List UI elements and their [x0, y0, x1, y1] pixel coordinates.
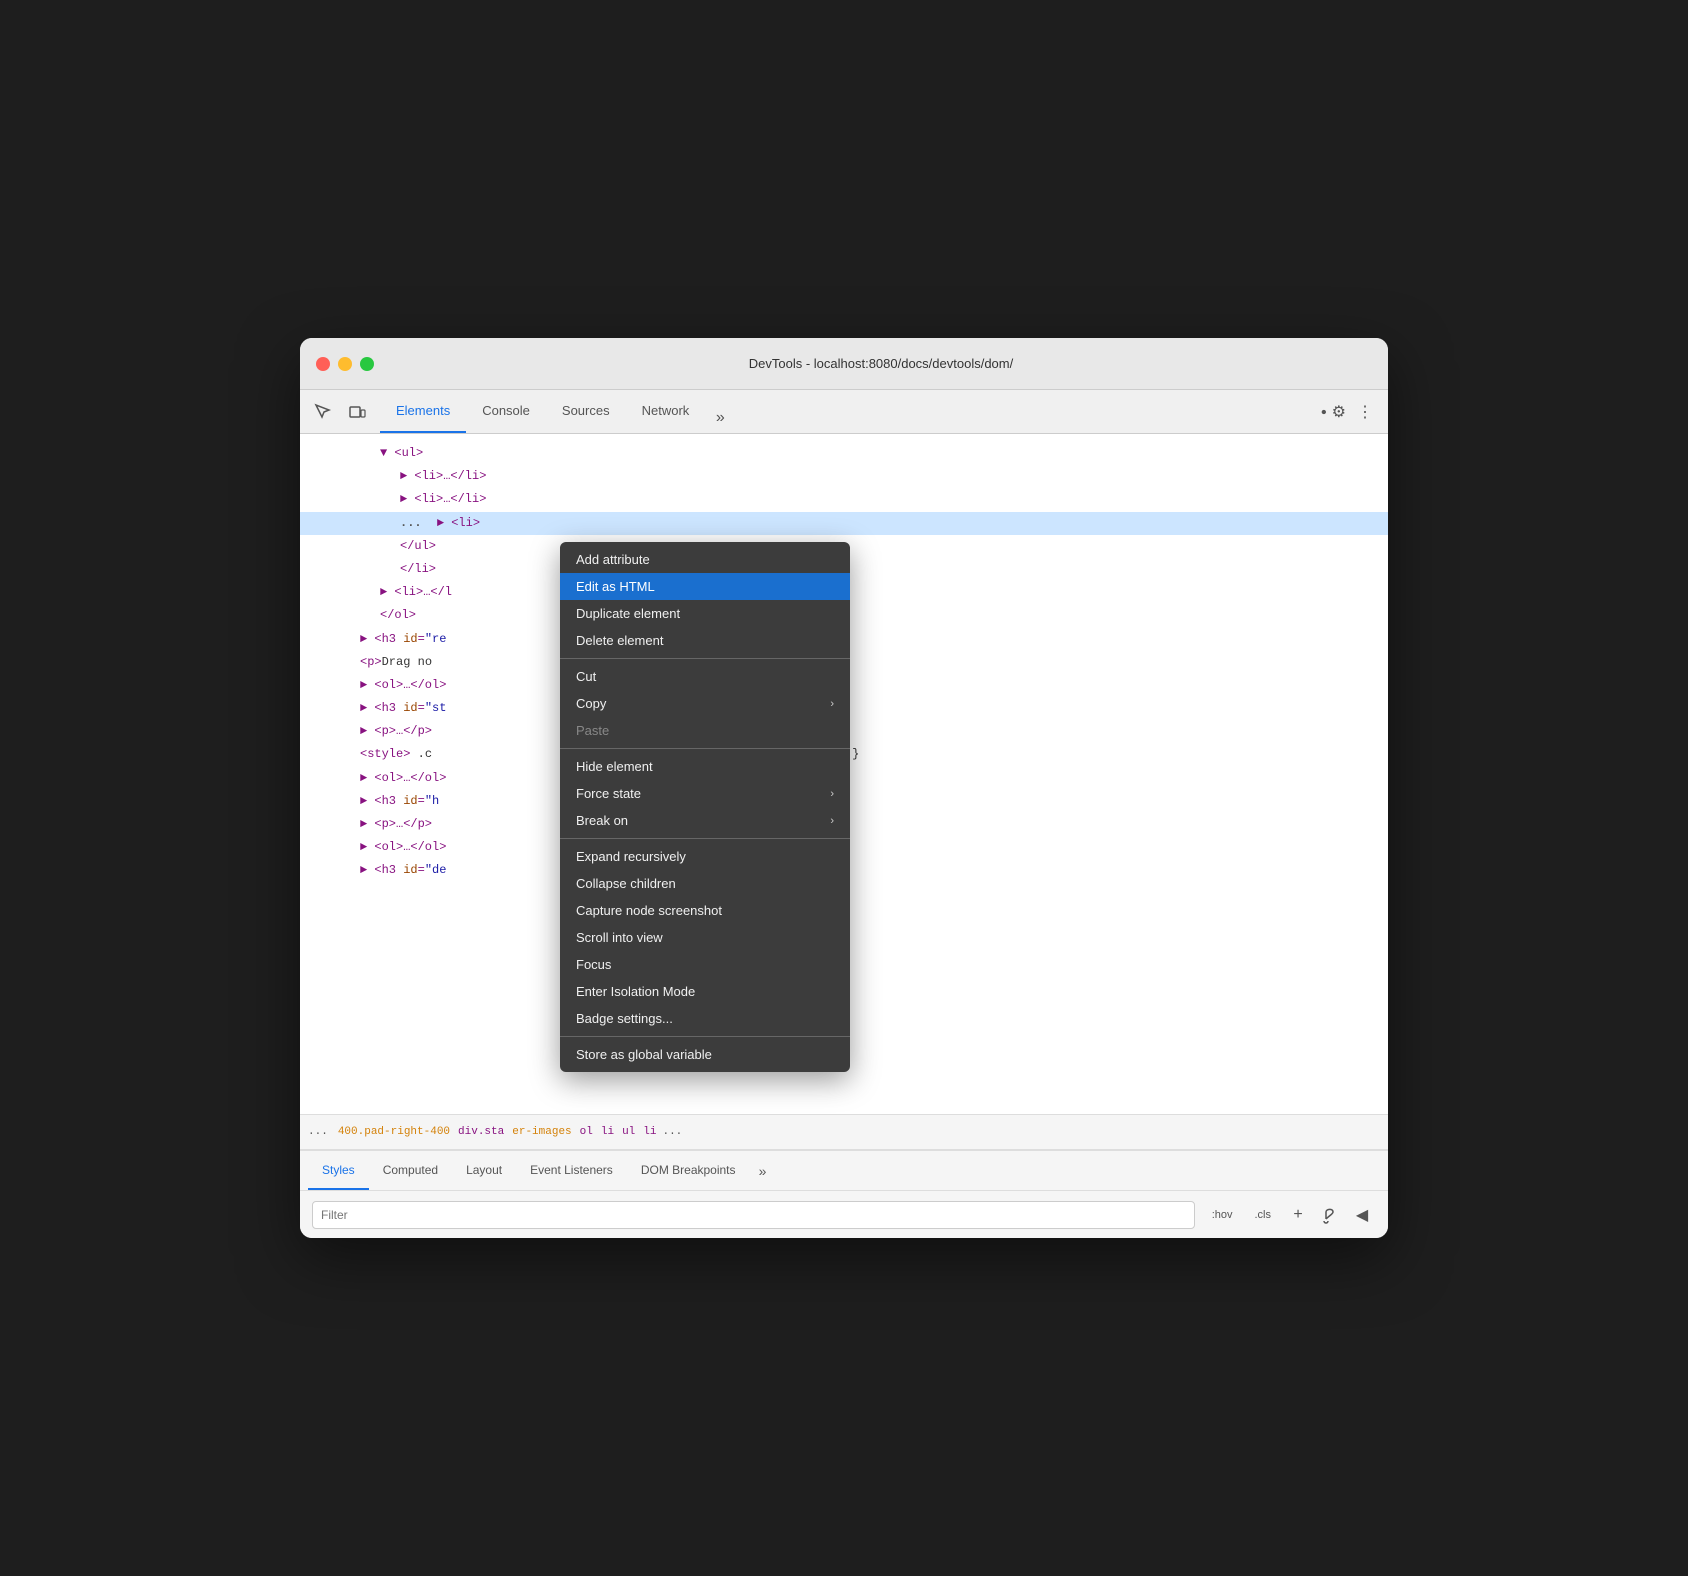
tab-bar: Elements Console Sources Network » ⚙ ⋮: [300, 390, 1388, 434]
menu-hide-element[interactable]: Hide element: [560, 753, 850, 780]
dom-line: ▼ <ul>: [300, 442, 1388, 465]
traffic-lights: [316, 357, 374, 371]
breadcrumb-item[interactable]: er-images: [512, 1126, 571, 1138]
menu-force-state[interactable]: Force state ›: [560, 780, 850, 807]
tab-elements[interactable]: Elements: [380, 390, 466, 433]
tab-network[interactable]: Network: [626, 390, 706, 433]
bottom-tabs: Styles Computed Layout Event Listeners D…: [300, 1150, 1388, 1190]
tabs-more-button[interactable]: »: [705, 403, 735, 433]
filter-bar: :hov .cls + ◀: [300, 1190, 1388, 1238]
menu-store-as-global-variable[interactable]: Store as global variable: [560, 1041, 850, 1068]
tab-bar-actions: ⚙ ⋮: [1316, 397, 1380, 427]
tab-bar-icons: [308, 397, 372, 427]
menu-separator-2: [560, 748, 850, 749]
tab-layout[interactable]: Layout: [452, 1151, 516, 1190]
menu-collapse-children[interactable]: Collapse children: [560, 870, 850, 897]
breadcrumb-item[interactable]: div.sta: [458, 1126, 504, 1138]
tab-sources[interactable]: Sources: [546, 390, 626, 433]
bottom-tabs-more-button[interactable]: »: [750, 1158, 776, 1184]
menu-expand-recursively[interactable]: Expand recursively: [560, 843, 850, 870]
paint-icon[interactable]: [1316, 1201, 1344, 1229]
tab-styles[interactable]: Styles: [308, 1151, 369, 1190]
breadcrumb-more[interactable]: ...: [662, 1126, 682, 1138]
menu-cut[interactable]: Cut: [560, 663, 850, 690]
tab-console[interactable]: Console: [466, 390, 546, 433]
breadcrumb-dots[interactable]: ...: [308, 1126, 328, 1138]
menu-copy[interactable]: Copy ›: [560, 690, 850, 717]
breadcrumb-item[interactable]: 400.pad-right-400: [338, 1126, 450, 1138]
break-on-arrow-icon: ›: [830, 815, 834, 827]
add-rule-button[interactable]: +: [1284, 1201, 1312, 1229]
breadcrumb-item[interactable]: ul: [622, 1126, 635, 1138]
menu-capture-node-screenshot[interactable]: Capture node screenshot: [560, 897, 850, 924]
devtools-window: DevTools - localhost:8080/docs/devtools/…: [300, 338, 1388, 1238]
menu-separator-4: [560, 1036, 850, 1037]
dom-line: ► <li>…</li>: [300, 488, 1388, 511]
window-title: DevTools - localhost:8080/docs/devtools/…: [390, 356, 1372, 371]
dom-line: ► <li>…</li>: [300, 465, 1388, 488]
dom-line-highlighted: ... ► <li>: [300, 512, 1388, 535]
menu-duplicate-element[interactable]: Duplicate element: [560, 600, 850, 627]
hov-button[interactable]: :hov: [1203, 1204, 1242, 1226]
menu-enter-isolation-mode[interactable]: Enter Isolation Mode: [560, 978, 850, 1005]
main-tabs: Elements Console Sources Network »: [380, 390, 1316, 433]
context-menu: Add attribute Edit as HTML Duplicate ele…: [560, 542, 850, 1072]
breadcrumb-bar: ... 400.pad-right-400 div.sta er-images …: [300, 1114, 1388, 1150]
menu-focus[interactable]: Focus: [560, 951, 850, 978]
inspect-icon[interactable]: [308, 397, 338, 427]
tab-dom-breakpoints[interactable]: DOM Breakpoints: [627, 1151, 750, 1190]
menu-delete-element[interactable]: Delete element: [560, 627, 850, 654]
breadcrumb-item[interactable]: li: [601, 1126, 614, 1138]
menu-separator-3: [560, 838, 850, 839]
menu-badge-settings[interactable]: Badge settings...: [560, 1005, 850, 1032]
tab-computed[interactable]: Computed: [369, 1151, 452, 1190]
breadcrumb-item[interactable]: li: [643, 1126, 656, 1138]
more-options-icon[interactable]: ⋮: [1350, 397, 1380, 427]
menu-break-on[interactable]: Break on ›: [560, 807, 850, 834]
menu-scroll-into-view[interactable]: Scroll into view: [560, 924, 850, 951]
menu-separator-1: [560, 658, 850, 659]
cls-button[interactable]: .cls: [1246, 1204, 1281, 1226]
device-mode-icon[interactable]: [342, 397, 372, 427]
maximize-button[interactable]: [360, 357, 374, 371]
collapse-sidebar-icon[interactable]: ◀: [1348, 1201, 1376, 1229]
close-button[interactable]: [316, 357, 330, 371]
settings-icon[interactable]: ⚙: [1316, 397, 1346, 427]
filter-input[interactable]: [312, 1201, 1195, 1229]
menu-edit-as-html[interactable]: Edit as HTML: [560, 573, 850, 600]
breadcrumb-item[interactable]: ol: [580, 1126, 593, 1138]
title-bar: DevTools - localhost:8080/docs/devtools/…: [300, 338, 1388, 390]
tab-event-listeners[interactable]: Event Listeners: [516, 1151, 627, 1190]
menu-paste: Paste: [560, 717, 850, 744]
copy-arrow-icon: ›: [830, 698, 834, 710]
menu-add-attribute[interactable]: Add attribute: [560, 546, 850, 573]
dom-panel: ▼ <ul> ► <li>…</li> ► <li>…</li> ... ► <…: [300, 434, 1388, 1114]
minimize-button[interactable]: [338, 357, 352, 371]
force-state-arrow-icon: ›: [830, 788, 834, 800]
filter-buttons: :hov .cls + ◀: [1203, 1201, 1376, 1229]
